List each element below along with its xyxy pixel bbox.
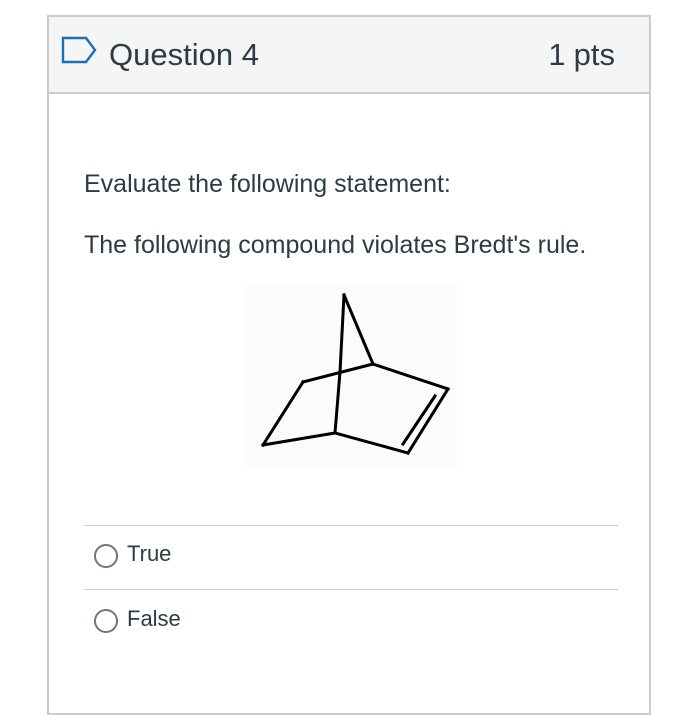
answer-divider [84, 589, 618, 590]
question-title: Question 4 [109, 37, 259, 72]
radio-button-icon[interactable] [94, 609, 118, 633]
points-value: 1 [548, 37, 566, 72]
radio-button-icon[interactable] [94, 544, 118, 568]
question-prompt: Evaluate the following statement: [84, 170, 451, 198]
answer-option-false[interactable]: False [84, 592, 618, 652]
points-unit: pts [573, 37, 615, 72]
answer-option-true[interactable]: True [84, 527, 618, 587]
answer-label[interactable]: False [127, 604, 181, 634]
answer-label[interactable]: True [127, 539, 171, 569]
question-header: Question 4 1 pts [49, 17, 649, 94]
norbornene-structure-image [245, 285, 457, 467]
answer-divider [84, 525, 618, 526]
question-statement: The following compound violates Bredt's … [84, 231, 587, 259]
question-points: 1 pts [548, 35, 615, 75]
flag-question-icon[interactable] [61, 36, 97, 64]
question-card: Question 4 1 pts Evaluate the following s… [47, 15, 651, 715]
